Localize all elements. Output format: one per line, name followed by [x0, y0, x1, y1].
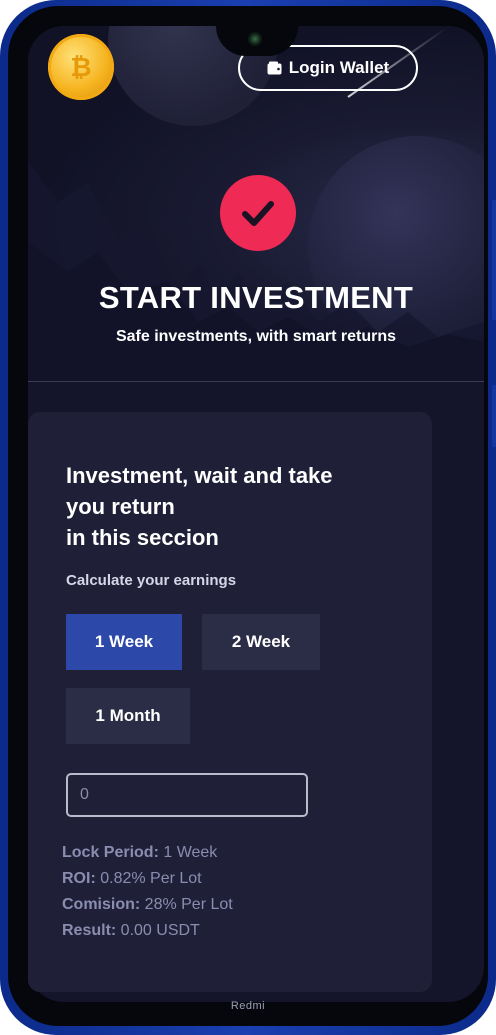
amount-input[interactable] — [66, 773, 308, 817]
page-title: START INVESTMENT — [98, 280, 414, 315]
checkmark-circle-icon — [220, 175, 296, 251]
wallet-icon — [267, 61, 282, 75]
period-button-1-month[interactable]: 1 Month — [66, 688, 190, 744]
coin-logo-icon[interactable]: ₿ — [48, 34, 114, 100]
info-roi: ROI: 0.82% Per Lot — [62, 866, 402, 892]
card-title: Investment, wait and take you return in … — [66, 460, 386, 553]
investment-card: Investment, wait and take you return in … — [28, 412, 432, 992]
volume-button — [492, 200, 496, 320]
info-result: Result: 0.00 USDT — [62, 918, 402, 944]
info-key: Comision: — [62, 896, 141, 913]
period-button-2-week[interactable]: 2 Week — [202, 614, 320, 670]
info-value: 0.82% Per Lot — [95, 870, 202, 887]
result-info-list: Lock Period: 1 Week ROI: 0.82% Per Lot C… — [62, 840, 402, 944]
card-title-line: in this seccion — [66, 525, 219, 550]
info-lock-period: Lock Period: 1 Week — [62, 840, 402, 866]
device-brand-label: Redmi — [230, 1000, 266, 1012]
info-value: 0.00 USDT — [116, 922, 200, 939]
calculate-earnings-label: Calculate your earnings — [66, 572, 237, 589]
hero-section: ₿ Login Wallet START INVESTMENT Safe inv… — [28, 26, 484, 382]
front-camera-icon — [248, 32, 262, 46]
info-key: ROI: — [62, 870, 96, 887]
power-button — [492, 385, 496, 447]
info-value: 1 Week — [158, 844, 218, 861]
info-value: 28% Per Lot — [140, 896, 233, 913]
period-button-1-week[interactable]: 1 Week — [66, 614, 182, 670]
card-title-line: Investment, wait and take — [66, 463, 333, 488]
login-wallet-label: Login Wallet — [288, 58, 390, 77]
info-key: Lock Period: — [62, 844, 159, 861]
page-subtitle: Safe investments, with smart returns — [115, 328, 397, 345]
info-comision: Comision: 28% Per Lot — [62, 892, 402, 918]
card-title-line: you return — [66, 494, 175, 519]
info-key: Result: — [62, 922, 117, 939]
